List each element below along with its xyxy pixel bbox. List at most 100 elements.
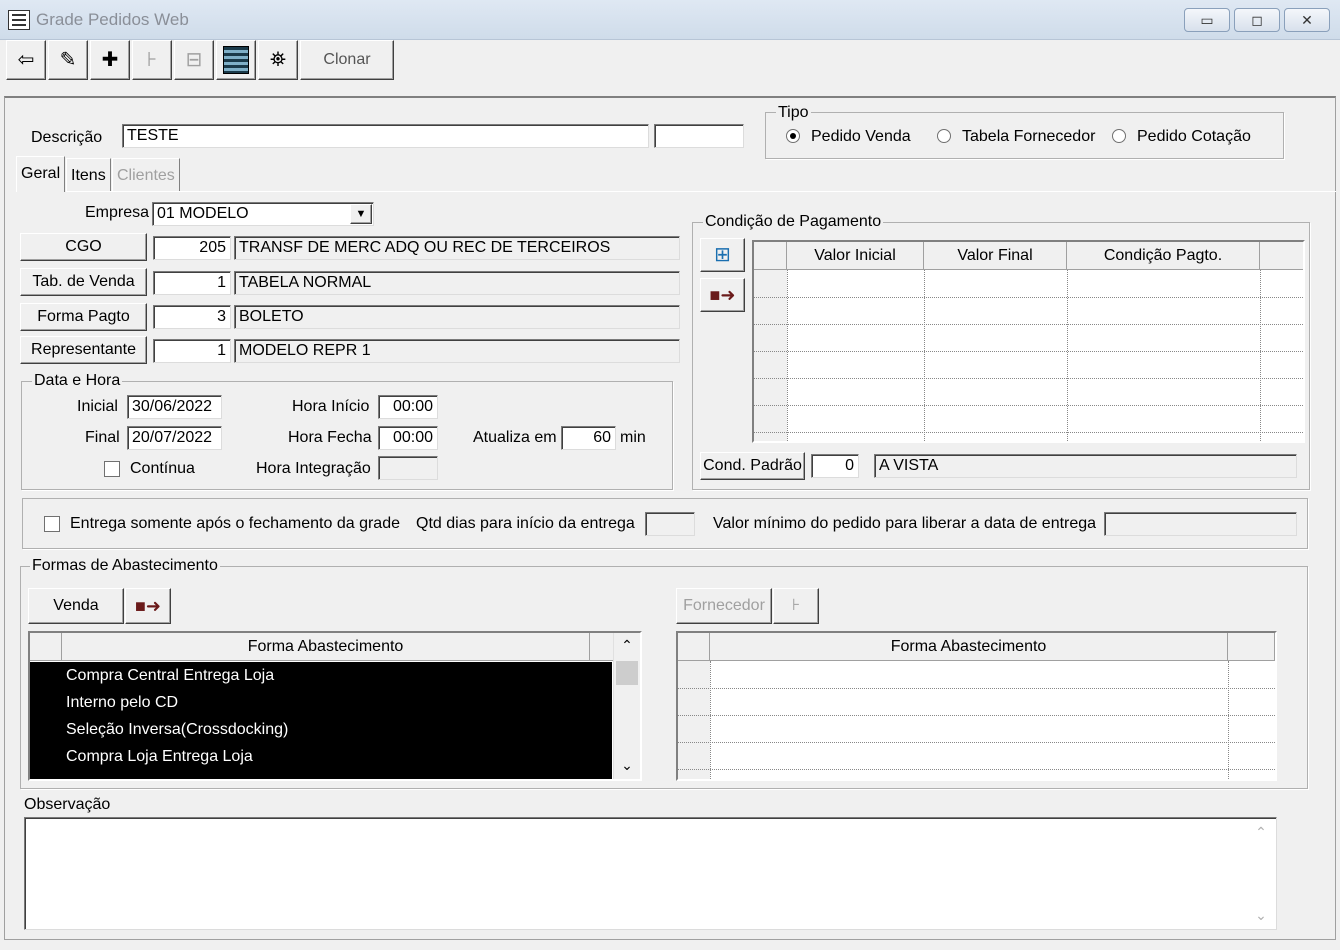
inicial-date-input[interactable]: 30/06/2022 xyxy=(127,395,222,419)
cond-pagamento-title: Condição de Pagamento xyxy=(703,213,884,231)
empresa-select[interactable]: 01 MODELO xyxy=(152,202,374,226)
list-item-label: Seleção Inversa(Crossdocking) xyxy=(66,721,289,738)
tab-clientes[interactable]: Clientes xyxy=(112,158,180,192)
radio-pedido-venda-circle[interactable] xyxy=(786,129,800,143)
exit-icon: ⇦ xyxy=(17,49,35,71)
abastecimento-right-grid[interactable]: Forma Abastecimento xyxy=(676,631,1277,781)
abastecimento-left-grid[interactable]: Forma Abastecimento Compra Central Entre… xyxy=(28,631,642,781)
col-valor-inicial[interactable]: Valor Inicial xyxy=(787,242,924,270)
cond-padrao-button[interactable]: Cond. Padrão xyxy=(700,452,805,480)
grid-line xyxy=(678,742,1275,743)
col-extra xyxy=(1228,633,1275,661)
hora-fecha-input[interactable]: 00:00 xyxy=(378,426,438,450)
chevron-down-icon[interactable]: ▼ xyxy=(350,204,372,224)
search-button[interactable]: ⛯ xyxy=(258,40,298,80)
entrega-checkbox[interactable] xyxy=(44,516,60,532)
atualiza-input[interactable]: 60 xyxy=(561,426,616,450)
valor-min-label-text: Valor mínimo do pedido para liberar a da… xyxy=(713,515,1097,532)
tab-itens[interactable]: Itens xyxy=(66,158,111,192)
radio-tabela-fornecedor[interactable] xyxy=(937,129,951,148)
radio-pedido-cotacao-circle[interactable] xyxy=(1112,129,1126,143)
col-condicao-pagto[interactable]: Condição Pagto. xyxy=(1067,242,1260,270)
radio-pedido-cotacao[interactable] xyxy=(1112,129,1126,148)
hora-inicio-input[interactable]: 00:00 xyxy=(378,395,438,419)
final-date-input[interactable]: 20/07/2022 xyxy=(127,426,222,450)
close-button[interactable]: ✕ xyxy=(1284,8,1330,32)
radio-pedido-venda[interactable] xyxy=(786,129,800,148)
fornecedor-add-button[interactable]: ⊦ xyxy=(773,588,819,624)
valor-min-input[interactable] xyxy=(1104,512,1297,536)
toolbar: ⇦ ✎ ✚ ⊦ ⊟ ⛯ Clonar xyxy=(4,40,396,82)
left-grid-scrollbar[interactable]: ⌃ ⌄ xyxy=(613,633,640,779)
app-icon xyxy=(8,10,30,30)
scroll-up-icon[interactable]: ⌃ xyxy=(1248,820,1274,844)
tree-add-icon: ⊦ xyxy=(146,49,158,71)
representante-code-input[interactable]: 1 xyxy=(153,339,231,363)
title-bar: Grade Pedidos Web ▭ ◻ ✕ xyxy=(0,0,1340,40)
venda-button[interactable]: Venda xyxy=(28,588,124,624)
clone-button[interactable]: Clonar xyxy=(300,40,394,80)
cond-pagamento-grid[interactable]: Valor Inicial Valor Final Condição Pagto… xyxy=(752,240,1305,443)
tree-remove-button[interactable]: ⊟ xyxy=(174,40,214,80)
add-cond-button[interactable]: ⊞ xyxy=(700,238,745,272)
col-valor-final[interactable]: Valor Final xyxy=(924,242,1067,270)
binoculars-icon: ⛯ xyxy=(270,49,286,71)
grid-line xyxy=(754,432,1303,433)
forma-pagto-code-input[interactable]: 3 xyxy=(153,305,231,329)
descricao-input[interactable]: TESTE xyxy=(122,124,649,148)
grid-line xyxy=(754,324,1303,325)
tab-venda-desc-field: TABELA NORMAL xyxy=(234,271,680,295)
representante-button[interactable]: Representante xyxy=(20,336,147,364)
scroll-up-icon[interactable]: ⌃ xyxy=(614,633,640,657)
exit-button[interactable]: ⇦ xyxy=(6,40,46,80)
observacao-scrollbar[interactable]: ⌃ ⌄ xyxy=(1248,820,1274,927)
forma-pagto-button[interactable]: Forma Pagto xyxy=(20,303,147,331)
hora-integracao-input[interactable] xyxy=(378,456,438,480)
entrega-label: Entrega somente após o fechamento da gra… xyxy=(70,515,400,532)
cond-padrao-desc-field: A VISTA xyxy=(874,454,1297,478)
list-button[interactable] xyxy=(216,40,256,80)
list-item[interactable]: Compra Central Entrega Loja xyxy=(30,662,612,689)
cond-padrao-code-input[interactable]: 0 xyxy=(811,454,859,478)
scroll-thumb[interactable] xyxy=(616,661,638,685)
grid-line xyxy=(710,661,711,779)
cgo-code-input[interactable]: 205 xyxy=(153,236,231,260)
hora-inicio-label: Hora Início xyxy=(292,398,370,415)
descricao-extra-input[interactable] xyxy=(654,124,744,148)
tree-remove-icon: ⊟ xyxy=(185,49,203,71)
remove-cond-button[interactable]: ■➜ xyxy=(700,278,745,312)
grid-line xyxy=(678,769,1275,770)
grid-indicator-header xyxy=(678,633,710,661)
venda-remove-button[interactable]: ■➜ xyxy=(125,588,171,624)
observacao-textarea[interactable] xyxy=(24,817,1277,930)
radio-tabela-fornecedor-circle[interactable] xyxy=(937,129,951,143)
scroll-down-icon[interactable]: ⌄ xyxy=(1248,903,1274,927)
empresa-label: Empresa xyxy=(85,204,150,221)
list-item[interactable]: Seleção Inversa(Crossdocking) xyxy=(30,716,612,743)
scroll-down-icon[interactable]: ⌄ xyxy=(614,753,640,777)
tab-venda-code-input[interactable]: 1 xyxy=(153,271,231,295)
tab-geral[interactable]: Geral xyxy=(16,156,66,192)
list-item[interactable]: Interno pelo CD xyxy=(30,689,612,716)
col-forma-abastecimento-right[interactable]: Forma Abastecimento xyxy=(710,633,1228,661)
list-item[interactable]: Compra Loja Entrega Loja xyxy=(30,743,612,770)
add-record-button[interactable]: ✚ xyxy=(90,40,130,80)
edit-icon: ✎ xyxy=(59,49,77,71)
cgo-button[interactable]: CGO xyxy=(20,233,147,261)
empresa-value: 01 MODELO xyxy=(157,205,249,222)
continua-checkbox[interactable] xyxy=(104,461,120,477)
tab-venda-button[interactable]: Tab. de Venda xyxy=(20,268,147,296)
list-item-label: Compra Loja Entrega Loja xyxy=(66,748,253,765)
fornecedor-button[interactable]: Fornecedor xyxy=(676,588,772,624)
tree-add-button[interactable]: ⊦ xyxy=(132,40,172,80)
list-item-label: Compra Central Entrega Loja xyxy=(66,667,275,684)
add-row-icon: ⊞ xyxy=(714,244,731,266)
qtd-dias-input[interactable] xyxy=(645,512,695,536)
radio-pedido-venda-label: Pedido Venda xyxy=(811,128,911,145)
minimize-button[interactable]: ▭ xyxy=(1184,8,1230,32)
observacao-label: Observação xyxy=(24,796,111,813)
edit-button[interactable]: ✎ xyxy=(48,40,88,80)
col-forma-abastecimento[interactable]: Forma Abastecimento xyxy=(62,633,590,661)
maximize-button[interactable]: ◻ xyxy=(1234,8,1280,32)
window-title: Grade Pedidos Web xyxy=(36,10,189,29)
